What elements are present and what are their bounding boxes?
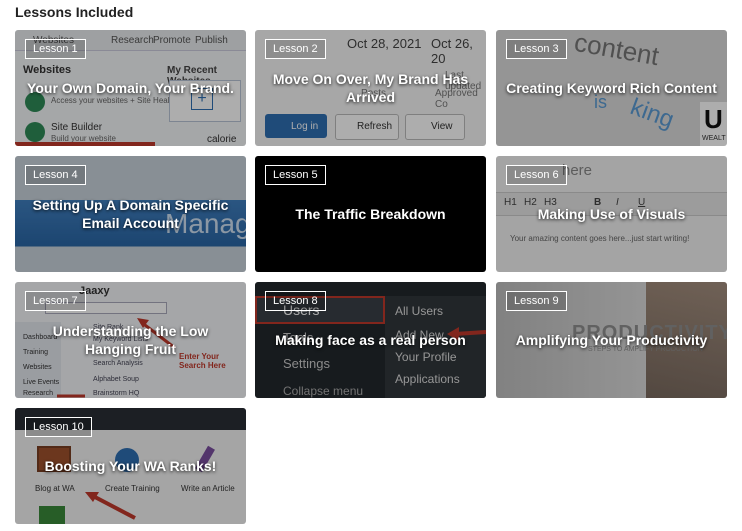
lesson-title: Move On Over, My Brand Has Arrived [272, 71, 469, 105]
lesson-card-7[interactable]: Jaaxy Dashboard Training Websites Live E… [15, 282, 246, 398]
lesson-title: Making face as a real person [275, 332, 466, 348]
lesson-badge: Lesson 8 [265, 291, 326, 311]
lesson-badge: Lesson 5 [265, 165, 326, 185]
lesson-title: Understanding the Low Hanging Fruit [52, 323, 209, 357]
lesson-title: Making Use of Visuals [537, 206, 686, 222]
lesson-title: Setting Up A Domain Specific Email Accou… [32, 197, 229, 231]
lesson-card-1[interactable]: Websites Research Promote Publish Websit… [15, 30, 246, 146]
lesson-badge: Lesson 10 [25, 417, 92, 437]
lesson-title: The Traffic Breakdown [295, 206, 446, 222]
lesson-title: Your Own Domain, Your Brand. [27, 80, 234, 96]
lesson-card-4[interactable]: Manager Lesson 4 Setting Up A Domain Spe… [15, 156, 246, 272]
lesson-card-3[interactable]: content is king U WEALT Lesson 3 Creatin… [496, 30, 727, 146]
lesson-card-2[interactable]: Oct 28, 2021 Oct 26, 20 Posts Last updat… [255, 30, 486, 146]
lesson-title: Amplifying Your Productivity [515, 332, 708, 348]
lesson-card-8[interactable]: Users Tools Settings Collapse menu All U… [255, 282, 486, 398]
lesson-card-6[interactable]: here H1 H2 H3 B I U Your amazing content… [496, 156, 727, 272]
lesson-badge: Lesson 3 [506, 39, 567, 59]
lesson-badge: Lesson 4 [25, 165, 86, 185]
lesson-title: Creating Keyword Rich Content [506, 80, 717, 96]
lesson-title: Boosting Your WA Ranks! [44, 458, 217, 474]
section-title: Lessons Included [15, 4, 134, 20]
lesson-card-9[interactable]: PRODUCTIVITY STEPS TO AMPLIFY PRODUCTION… [496, 282, 727, 398]
lesson-badge: Lesson 9 [506, 291, 567, 311]
lesson-card-5[interactable]: Lesson 5 The Traffic Breakdown [255, 156, 486, 272]
lesson-badge: Lesson 7 [25, 291, 86, 311]
lesson-card-10[interactable]: Blog at WA Create Training Write an Arti… [15, 408, 246, 524]
lesson-badge: Lesson 2 [265, 39, 326, 59]
lesson-badge: Lesson 1 [25, 39, 86, 59]
lesson-badge: Lesson 6 [506, 165, 567, 185]
